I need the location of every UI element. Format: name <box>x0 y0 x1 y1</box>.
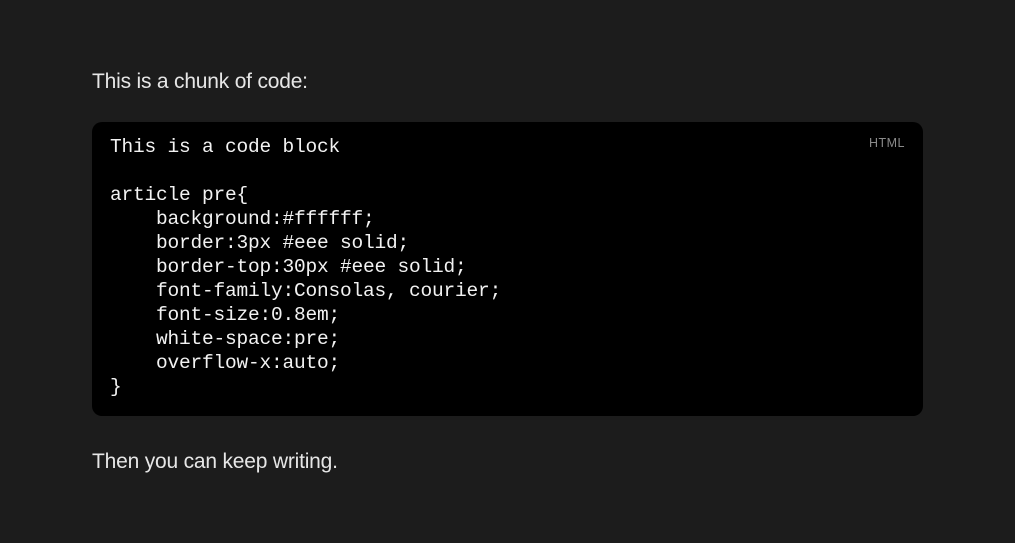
code-language-badge: HTML <box>869 136 905 150</box>
code-block: HTML This is a code block article pre{ b… <box>92 122 923 416</box>
intro-paragraph: This is a chunk of code: <box>92 70 923 94</box>
code-content: This is a code block article pre{ backgr… <box>110 136 905 400</box>
outro-paragraph: Then you can keep writing. <box>92 450 923 474</box>
